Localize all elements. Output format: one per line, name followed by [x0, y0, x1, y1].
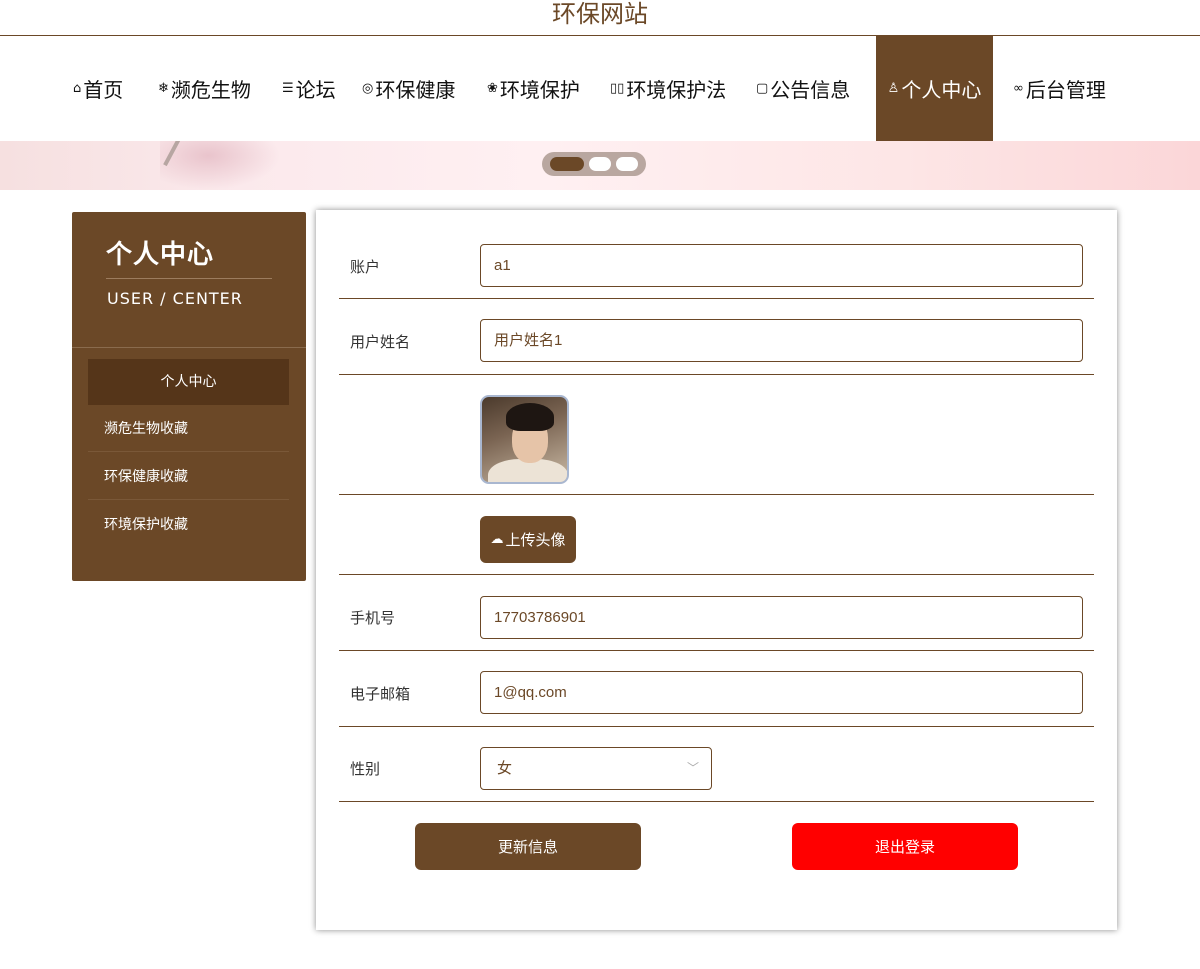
upload-avatar-button[interactable]: ☁ 上传头像	[480, 516, 576, 563]
carousel-dot-3[interactable]	[616, 157, 638, 171]
form-row-upload: ☁ 上传头像	[339, 495, 1094, 575]
form-row-username: 用户姓名 用户姓名1	[339, 299, 1094, 375]
main-nav: ⌂ 首页 ❄ 濒危生物 ☰ 论坛 ◎ 环保健康 ❀ 环境保护 ▯▯ 环境保护法 …	[0, 36, 1200, 141]
nav-item-label: 公告信息	[770, 78, 851, 102]
account-input[interactable]: a1	[480, 244, 1083, 287]
sidebar-divider	[72, 347, 306, 348]
user-icon: ♙	[887, 81, 900, 96]
form-row-phone: 手机号 17703786901	[339, 575, 1094, 651]
banner-flower-image	[160, 141, 280, 190]
sidebar-item-environment-favorites[interactable]: 环境保护收藏	[88, 502, 289, 548]
sidebar-subtitle: USER / CENTER	[107, 289, 243, 308]
nav-item-label: 濒危生物	[170, 78, 251, 102]
phone-input[interactable]: 17703786901	[480, 596, 1083, 639]
carousel-indicators	[542, 152, 646, 176]
username-label: 用户姓名	[350, 333, 411, 351]
upload-avatar-label: 上传头像	[505, 531, 566, 549]
profile-form: 账户 a1 用户姓名 用户姓名1 ☁ 上传头像 手机号 17703786901 …	[316, 210, 1117, 930]
form-row-account: 账户 a1	[339, 231, 1094, 299]
form-row-gender: 性别 女 ﹀	[339, 727, 1094, 802]
palette-icon: ◎	[362, 81, 374, 96]
logout-button[interactable]: 退出登录	[792, 823, 1018, 870]
account-label: 账户	[350, 258, 381, 276]
home-icon: ⌂	[73, 81, 82, 96]
nav-item-label: 环保健康	[375, 78, 456, 102]
nav-item-label: 论坛	[295, 78, 336, 102]
carousel-dot-1[interactable]	[550, 157, 584, 171]
nav-item-admin[interactable]: ∞ 后台管理	[1013, 36, 1106, 141]
gender-label: 性别	[350, 760, 381, 778]
nav-item-forum[interactable]: ☰ 论坛	[282, 36, 336, 141]
sidebar: 个人中心 USER / CENTER 个人中心 濒危生物收藏 环保健康收藏 环境…	[72, 212, 306, 581]
form-row-email: 电子邮箱 1@qq.com	[339, 651, 1094, 727]
form-row-avatar	[339, 375, 1094, 495]
avatar-hair	[506, 403, 554, 431]
sidebar-title-rule	[106, 278, 272, 279]
username-input[interactable]: 用户姓名1	[480, 319, 1083, 362]
nav-item-user-center[interactable]: ♙ 个人中心	[876, 36, 993, 141]
nav-item-label: 环境保护法	[626, 78, 727, 102]
avatar	[480, 395, 569, 484]
nav-item-notice[interactable]: ▢ 公告信息	[756, 36, 850, 141]
nav-item-law[interactable]: ▯▯ 环境保护法	[610, 36, 726, 141]
site-title: 环保网站	[552, 0, 648, 28]
book-icon: ▯▯	[610, 81, 625, 96]
update-info-button[interactable]: 更新信息	[415, 823, 641, 870]
sidebar-item-health-favorites[interactable]: 环保健康收藏	[88, 454, 289, 500]
nav-item-label: 首页	[83, 78, 124, 102]
banner-carousel	[0, 141, 1200, 190]
email-input[interactable]: 1@qq.com	[480, 671, 1083, 714]
nav-item-environment[interactable]: ❀ 环境保护	[487, 36, 580, 141]
carousel-dot-2[interactable]	[589, 157, 611, 171]
sliders-icon: ☰	[282, 81, 294, 96]
email-label: 电子邮箱	[350, 685, 411, 703]
gender-select-value: 女	[497, 760, 513, 777]
leaf-icon: ❀	[487, 81, 498, 96]
phone-label: 手机号	[350, 609, 396, 627]
nav-item-label: 后台管理	[1025, 78, 1106, 102]
chevron-down-icon: ﹀	[686, 761, 699, 775]
note-icon: ▢	[756, 81, 769, 96]
snowflake-icon: ❄	[158, 81, 169, 96]
link-icon: ∞	[1013, 81, 1024, 96]
nav-item-label: 个人中心	[901, 78, 982, 102]
nav-item-home[interactable]: ⌂ 首页	[73, 36, 123, 141]
sidebar-title: 个人中心	[106, 240, 215, 270]
nav-item-label: 环境保护	[499, 78, 580, 102]
cloud-upload-icon: ☁	[490, 532, 504, 547]
gender-select[interactable]: 女 ﹀	[480, 747, 712, 790]
nav-item-endangered[interactable]: ❄ 濒危生物	[158, 36, 251, 141]
sidebar-item-user-center[interactable]: 个人中心	[88, 359, 289, 405]
sidebar-item-endangered-favorites[interactable]: 濒危生物收藏	[88, 406, 289, 452]
nav-item-health[interactable]: ◎ 环保健康	[362, 36, 455, 141]
